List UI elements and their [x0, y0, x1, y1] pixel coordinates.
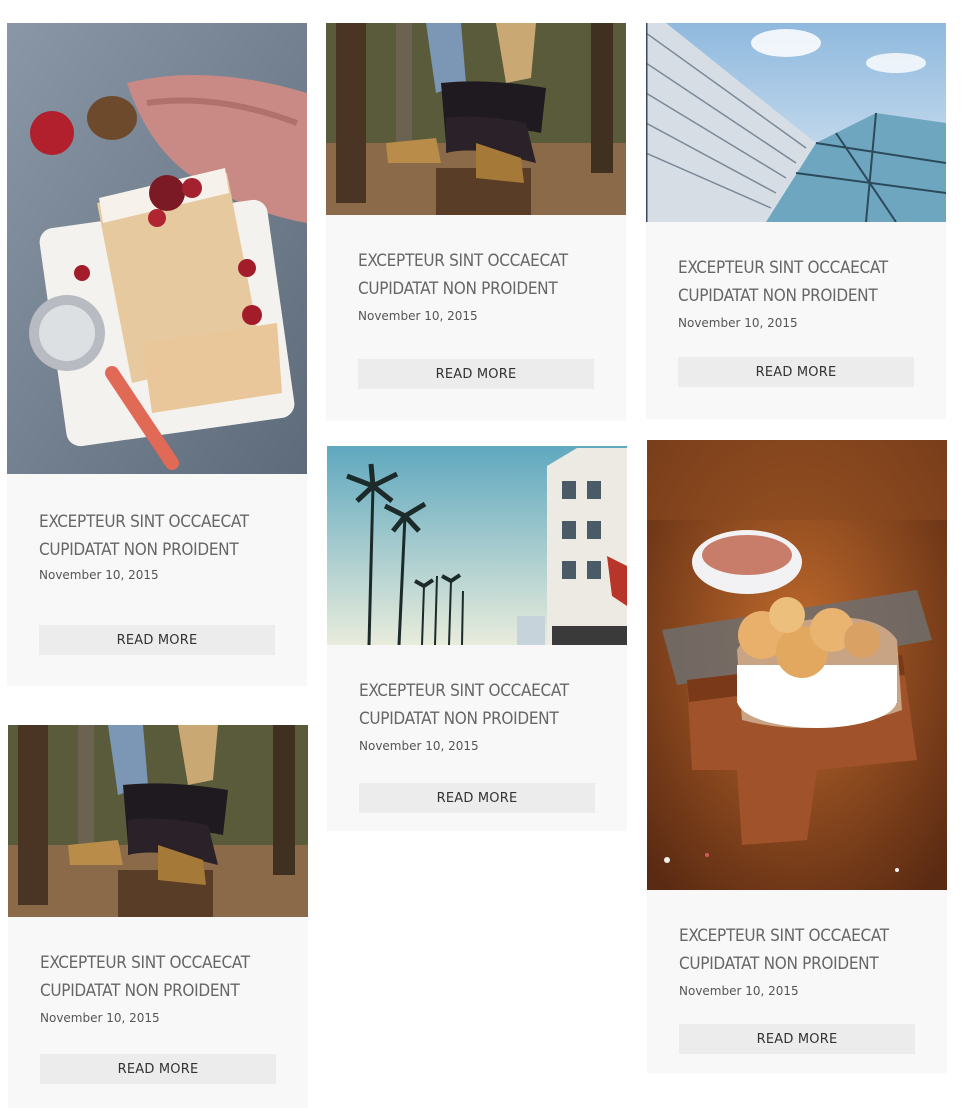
post-title[interactable]: EXCEPTEUR SINT OCCAECAT CUPIDATAT NON PR… [359, 677, 599, 733]
post-date: November 10, 2015 [678, 316, 798, 330]
cookies-image [647, 440, 947, 890]
post-date: November 10, 2015 [39, 568, 159, 582]
post-title[interactable]: EXCEPTEUR SINT OCCAECAT CUPIDATAT NON PR… [358, 247, 598, 303]
post-title[interactable]: EXCEPTEUR SINT OCCAECAT CUPIDATAT NON PR… [679, 922, 919, 978]
post-title[interactable]: EXCEPTEUR SINT OCCAECAT CUPIDATAT NON PR… [40, 949, 280, 1005]
glass-building-image [646, 23, 946, 222]
post-thumbnail[interactable] [327, 446, 627, 645]
blog-card: EXCEPTEUR SINT OCCAECAT CUPIDATAT NON PR… [326, 23, 626, 421]
read-more-button[interactable]: READ MORE [39, 625, 275, 655]
blog-card: EXCEPTEUR SINT OCCAECAT CUPIDATAT NON PR… [8, 725, 308, 1108]
blog-card: EXCEPTEUR SINT OCCAECAT CUPIDATAT NON PR… [327, 446, 627, 831]
woman-sitting-image [8, 725, 308, 917]
read-more-button[interactable]: READ MORE [678, 357, 914, 387]
woman-sitting-image [326, 23, 626, 215]
read-more-button[interactable]: READ MORE [358, 359, 594, 389]
read-more-button[interactable]: READ MORE [359, 783, 595, 813]
blog-card: EXCEPTEUR SINT OCCAECAT CUPIDATAT NON PR… [646, 23, 946, 419]
read-more-button[interactable]: READ MORE [40, 1054, 276, 1084]
read-more-button[interactable]: READ MORE [679, 1024, 915, 1054]
post-thumbnail[interactable] [7, 23, 307, 474]
blog-card: EXCEPTEUR SINT OCCAECAT CUPIDATAT NON PR… [7, 23, 307, 686]
post-title[interactable]: EXCEPTEUR SINT OCCAECAT CUPIDATAT NON PR… [678, 254, 918, 310]
palm-trees-image [327, 446, 627, 645]
post-thumbnail[interactable] [326, 23, 626, 215]
post-date: November 10, 2015 [358, 309, 478, 323]
post-thumbnail[interactable] [8, 725, 308, 917]
post-date: November 10, 2015 [359, 739, 479, 753]
post-thumbnail[interactable] [646, 23, 946, 222]
post-date: November 10, 2015 [40, 1011, 160, 1025]
post-date: November 10, 2015 [679, 984, 799, 998]
post-title[interactable]: EXCEPTEUR SINT OCCAECAT CUPIDATAT NON PR… [39, 508, 279, 564]
blog-card: EXCEPTEUR SINT OCCAECAT CUPIDATAT NON PR… [647, 440, 947, 1073]
post-thumbnail[interactable] [647, 440, 947, 890]
cranberry-cake-image [7, 23, 307, 474]
